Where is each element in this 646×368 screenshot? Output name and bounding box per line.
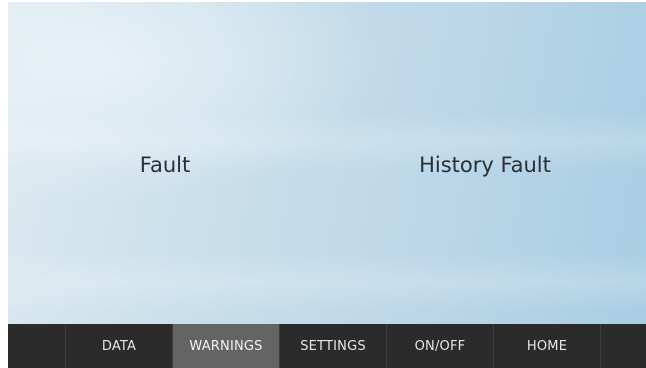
background-haze (8, 252, 646, 312)
nav-tab-label: SETTINGS (300, 338, 366, 354)
history-fault-button[interactable]: History Fault (395, 140, 575, 190)
hmi-screen: Fault History Fault DATA WARNINGS SETTIN… (0, 0, 646, 368)
nav-tab-settings[interactable]: SETTINGS (280, 324, 387, 368)
fault-label: Fault (139, 153, 191, 177)
bottom-nav-bar: DATA WARNINGS SETTINGS ON/OFF HOME (8, 324, 646, 368)
history-fault-label: History Fault (419, 153, 551, 177)
nav-spacer-right (601, 324, 646, 368)
nav-tab-label: WARNINGS (189, 338, 263, 354)
nav-tab-warnings[interactable]: WARNINGS (173, 324, 280, 368)
nav-tab-data[interactable]: DATA (66, 324, 173, 368)
nav-tab-label: ON/OFF (414, 338, 466, 354)
fault-button[interactable]: Fault (90, 140, 240, 190)
nav-tab-home[interactable]: HOME (494, 324, 601, 368)
nav-tab-label: DATA (101, 338, 137, 354)
nav-spacer-left (8, 324, 66, 368)
nav-tab-label: HOME (526, 338, 568, 354)
nav-tab-on-off[interactable]: ON/OFF (387, 324, 494, 368)
